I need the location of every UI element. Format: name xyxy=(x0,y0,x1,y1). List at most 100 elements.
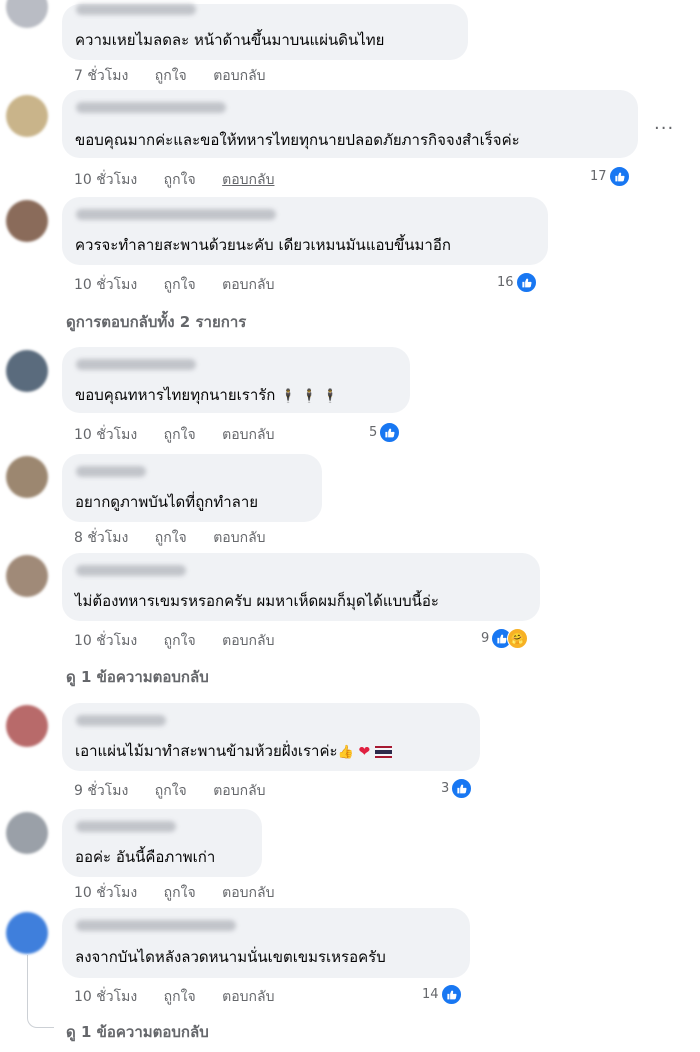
more-options-icon[interactable]: ··· xyxy=(654,118,674,139)
comment-bubble: ขอบคุณทหารไทยทุกนายเรารัก 🕴 🕴 🕴 xyxy=(62,347,410,413)
reply-button[interactable]: ตอบกลับ xyxy=(213,530,265,546)
avatar[interactable] xyxy=(6,912,48,954)
commenter-name[interactable] xyxy=(76,102,226,113)
comment-text: ลงจากบันไดหลังลวดหนามนั่นเขตเขมรเหรอครับ xyxy=(75,948,386,966)
reply-button[interactable]: ตอบกลับ xyxy=(222,885,274,901)
comment-text: ขอบคุณทหารไทยทุกนายเรารัก 🕴 🕴 🕴 xyxy=(75,383,338,407)
commenter-name[interactable] xyxy=(76,920,236,931)
reaction-count: 16 xyxy=(497,275,514,290)
comment-text: ออค่ะ อันนี้คือภาพเก่า xyxy=(75,848,216,866)
comment-bubble: ออค่ะ อันนี้คือภาพเก่า xyxy=(62,809,262,877)
comment-meta: 10 ชั่วโมง ถูกใจ ตอบกลับ xyxy=(74,274,296,296)
reaction-summary[interactable]: 5 xyxy=(369,422,401,443)
reaction-summary[interactable]: 14 xyxy=(422,984,462,1005)
like-button[interactable]: ถูกใจ xyxy=(155,530,187,546)
soldier-emoji-icon: 🕴 xyxy=(322,389,339,404)
comment-text: ควรจะทำลายสะพานด้วยนะคับ เดียวเหมนมันแอบ… xyxy=(75,236,451,254)
view-replies-link[interactable]: ดู 1 ข้อความตอบกลับ xyxy=(66,1020,209,1044)
comment-time[interactable]: 10 ชั่วโมง xyxy=(74,172,137,188)
reaction-summary[interactable]: 17 xyxy=(590,166,630,187)
heart-emoji-icon: ❤ xyxy=(358,744,371,760)
view-replies-link[interactable]: ดู 1 ข้อความตอบกลับ xyxy=(66,665,209,689)
comment-text-body: ขอบคุณทหารไทยทุกนายเรารัก xyxy=(75,386,276,404)
reaction-count: 14 xyxy=(422,987,439,1002)
comment-bubble: ขอบคุณมากค่ะและขอให้ทหารไทยทุกนายปลอดภัย… xyxy=(62,90,638,158)
comment-time[interactable]: 10 ชั่วโมง xyxy=(74,885,137,901)
avatar[interactable] xyxy=(6,95,48,137)
like-button[interactable]: ถูกใจ xyxy=(164,633,196,649)
reply-thread-line xyxy=(27,955,54,1028)
avatar[interactable] xyxy=(6,456,48,498)
comment-bubble: เอาแผ่นไม้มาทำสะพานข้ามห้วยฝั่งเราค่ะ👍 ❤ xyxy=(62,703,480,771)
commenter-name[interactable] xyxy=(76,715,166,726)
like-reaction-icon xyxy=(608,166,630,187)
like-button[interactable]: ถูกใจ xyxy=(155,68,187,84)
reply-button[interactable]: ตอบกลับ xyxy=(213,68,265,84)
commenter-name[interactable] xyxy=(76,4,196,15)
comment-bubble: ความเหยไมลดละ หน้าด้านขึ้นมาบนแผ่นดินไทย xyxy=(62,4,468,60)
comment-bubble: ควรจะทำลายสะพานด้วยนะคับ เดียวเหมนมันแอบ… xyxy=(62,197,548,265)
like-reaction-icon xyxy=(515,272,537,293)
reply-button[interactable]: ตอบกลับ xyxy=(222,989,274,1005)
reaction-count: 5 xyxy=(369,425,378,440)
comment-text: ความเหยไมลดละ หน้าด้านขึ้นมาบนแผ่นดินไทย xyxy=(75,31,385,49)
comment-meta: 10 ชั่วโมง ถูกใจ ตอบกลับ xyxy=(74,424,296,446)
thumbs-up-emoji-icon: 👍 xyxy=(337,745,354,760)
comment-text: เอาแผ่นไม้มาทำสะพานข้ามห้วยฝั่งเราค่ะ👍 ❤ xyxy=(75,739,393,763)
like-button[interactable]: ถูกใจ xyxy=(164,427,196,443)
reaction-count: 3 xyxy=(441,781,450,796)
soldier-emoji-icon: 🕴 xyxy=(301,389,318,404)
comment-meta: 10 ชั่วโมง ถูกใจ ตอบกลับ xyxy=(74,986,296,1008)
comment-time[interactable]: 10 ชั่วโมง xyxy=(74,989,137,1005)
comment-text: ไม่ต้องทหารเขมรหรอกครับ ผมหาเห็ดผมก็มุดไ… xyxy=(75,592,439,610)
comment-time[interactable]: 10 ชั่วโมง xyxy=(74,277,137,293)
avatar[interactable] xyxy=(6,812,48,854)
view-replies-link[interactable]: ดูการตอบกลับทั้ง 2 รายการ xyxy=(66,310,246,334)
avatar[interactable] xyxy=(6,200,48,242)
comment-meta: 8 ชั่วโมง ถูกใจ ตอบกลับ xyxy=(74,527,288,549)
comment-time[interactable]: 8 ชั่วโมง xyxy=(74,530,128,546)
avatar[interactable] xyxy=(6,555,48,597)
like-button[interactable]: ถูกใจ xyxy=(155,783,187,799)
care-reaction-icon: 🤗 xyxy=(507,628,529,649)
like-button[interactable]: ถูกใจ xyxy=(164,277,196,293)
commenter-name[interactable] xyxy=(76,821,176,832)
commenter-name[interactable] xyxy=(76,359,196,370)
like-button[interactable]: ถูกใจ xyxy=(164,172,196,188)
comment-meta: 9 ชั่วโมง ถูกใจ ตอบกลับ xyxy=(74,780,288,802)
comment-text: อยากดูภาพบันไดที่ถูกทำลาย xyxy=(75,493,259,511)
commenter-name[interactable] xyxy=(76,209,276,220)
comment-time[interactable]: 7 ชั่วโมง xyxy=(74,68,128,84)
comment-text: ขอบคุณมากค่ะและขอให้ทหารไทยทุกนายปลอดภัย… xyxy=(75,131,520,149)
comment-bubble: ลงจากบันไดหลังลวดหนามนั่นเขตเขมรเหรอครับ xyxy=(62,908,470,978)
comment-time[interactable]: 10 ชั่วโมง xyxy=(74,633,137,649)
commenter-name[interactable] xyxy=(76,565,186,576)
avatar[interactable] xyxy=(6,0,48,28)
comment-text-body: เอาแผ่นไม้มาทำสะพานข้ามห้วยฝั่งเราค่ะ xyxy=(75,742,338,760)
avatar[interactable] xyxy=(6,350,48,392)
reply-button[interactable]: ตอบกลับ xyxy=(222,277,274,293)
commenter-name[interactable] xyxy=(76,466,146,477)
reply-button[interactable]: ตอบกลับ xyxy=(222,633,274,649)
reply-button[interactable]: ตอบกลับ xyxy=(213,783,265,799)
comment-meta: 7 ชั่วโมง ถูกใจ ตอบกลับ xyxy=(74,65,288,87)
like-reaction-icon xyxy=(440,984,462,1005)
comment-bubble: อยากดูภาพบันไดที่ถูกทำลาย xyxy=(62,454,322,522)
comment-time[interactable]: 9 ชั่วโมง xyxy=(74,783,128,799)
reply-button[interactable]: ตอบกลับ xyxy=(222,427,274,443)
like-button[interactable]: ถูกใจ xyxy=(164,989,196,1005)
like-button[interactable]: ถูกใจ xyxy=(164,885,196,901)
comment-bubble: ไม่ต้องทหารเขมรหรอกครับ ผมหาเห็ดผมก็มุดไ… xyxy=(62,553,540,621)
reaction-summary[interactable]: 3 xyxy=(441,778,473,799)
reaction-count: 17 xyxy=(590,169,607,184)
reaction-summary[interactable]: 9 🤗 xyxy=(481,628,529,649)
comment-time[interactable]: 10 ชั่วโมง xyxy=(74,427,137,443)
comment-meta: 10 ชั่วโมง ถูกใจ ตอบกลับ xyxy=(74,630,296,652)
avatar[interactable] xyxy=(6,705,48,747)
reply-button[interactable]: ตอบกลับ xyxy=(222,172,274,188)
comment-meta: 10 ชั่วโมง ถูกใจ ตอบกลับ xyxy=(74,882,296,904)
like-reaction-icon xyxy=(451,778,473,799)
reaction-count: 9 xyxy=(481,631,490,646)
soldier-emoji-icon: 🕴 xyxy=(280,389,297,404)
reaction-summary[interactable]: 16 xyxy=(497,272,537,293)
